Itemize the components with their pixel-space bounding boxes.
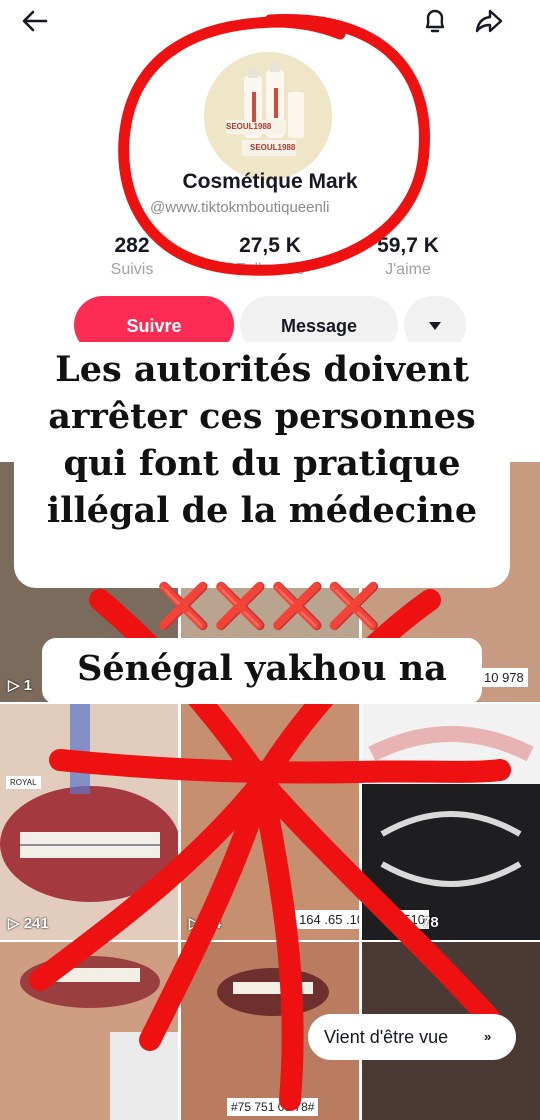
double-chevron-down-icon: » [484, 1029, 492, 1044]
recently-viewed-pill[interactable]: Vient d'être vue » [308, 1014, 516, 1060]
headline-banner: Les autorités doivent arrêter ces person… [14, 342, 510, 588]
headline-line: qui font du pratique [63, 443, 461, 484]
headline-line: Les autorités doivent [55, 349, 469, 390]
headline-line: illégal de la médecine [46, 490, 478, 531]
cross-marks: ❌❌❌❌ [156, 582, 384, 631]
headline-line: arrêter ces personnes [48, 396, 476, 437]
recently-viewed-label: Vient d'être vue [324, 1027, 449, 1047]
subtitle-banner: Sénégal yakhou na [42, 638, 482, 704]
headline-text: Les autorités doivent arrêter ces person… [14, 346, 510, 534]
red-circle-annotation [118, 14, 430, 276]
caret-down-icon [429, 322, 441, 330]
